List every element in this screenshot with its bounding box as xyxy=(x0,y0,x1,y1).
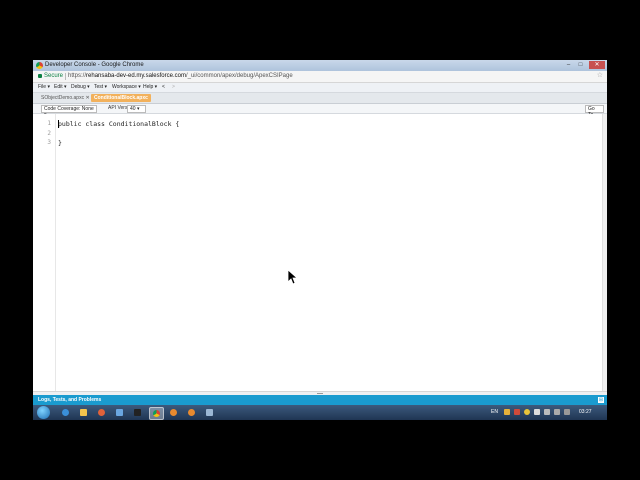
window-icon xyxy=(116,409,123,416)
file-tab-strip: SObjectDemo.apxc ✕ ConditionalBlock.apxc xyxy=(33,93,607,104)
browser-title-bar: Developer Console - Google Chrome – □ ✕ xyxy=(33,60,607,71)
chrome-icon xyxy=(36,62,43,69)
mouse-pointer-icon xyxy=(288,270,298,285)
tray-icon[interactable] xyxy=(524,409,530,415)
address-bar[interactable]: Secure https://rehansaba-dev-ed.my.sales… xyxy=(33,71,607,83)
window-title: Developer Console - Google Chrome xyxy=(45,62,144,68)
secure-label: Secure xyxy=(44,73,64,79)
url-path: /_ui/common/apex/debug/ApexCSIPage xyxy=(185,73,293,79)
address-divider xyxy=(65,73,66,80)
power-icon[interactable] xyxy=(554,409,560,415)
start-button[interactable] xyxy=(37,406,50,419)
network-icon[interactable] xyxy=(544,409,550,415)
api-version-select[interactable]: 40 ▾ xyxy=(127,105,146,113)
taskbar-app[interactable] xyxy=(113,407,126,418)
url-scheme: https:// xyxy=(68,73,87,79)
close-button[interactable]: ✕ xyxy=(589,61,605,69)
screen: Developer Console - Google Chrome – □ ✕ … xyxy=(33,60,607,420)
expand-panel-icon[interactable]: ⊞ xyxy=(598,397,604,403)
tab-conditionalblock[interactable]: ConditionalBlock.apxc xyxy=(91,94,151,102)
taskbar-firefox-2[interactable] xyxy=(185,407,198,418)
nav-back-button[interactable]: < xyxy=(162,83,165,92)
ie-icon xyxy=(62,409,69,416)
taskbar-terminal[interactable] xyxy=(131,407,144,418)
tray-icon[interactable] xyxy=(504,409,510,415)
line-number: 1 xyxy=(47,120,51,127)
firefox-icon xyxy=(170,409,177,416)
menu-edit[interactable]: Edit ▾ xyxy=(54,83,67,92)
maximize-button[interactable]: □ xyxy=(575,61,586,69)
menu-file[interactable]: File ▾ xyxy=(38,83,50,92)
line-number-gutter: 1 2 3 xyxy=(33,114,56,391)
code-coverage-dropdown[interactable]: Code Coverage: None ▾ xyxy=(41,105,97,118)
lock-icon xyxy=(38,74,42,78)
bookmark-star-icon[interactable]: ☆ xyxy=(597,71,603,81)
tray-icon[interactable] xyxy=(514,409,520,415)
taskbar-clock[interactable]: 03:27 xyxy=(579,405,592,420)
menu-help[interactable]: Help ▾ xyxy=(143,83,157,92)
editor-toolbar: Code Coverage: None ▾ API Version 40 ▾ G… xyxy=(33,104,607,118)
speaker-icon[interactable] xyxy=(534,409,540,415)
menu-test[interactable]: Test ▾ xyxy=(94,83,107,92)
media-icon xyxy=(98,409,105,416)
menu-workspace[interactable]: Workspace ▾ xyxy=(112,83,141,92)
console-menu-bar: File ▾ Edit ▾ Debug ▾ Test ▾ Workspace ▾… xyxy=(33,83,607,93)
taskbar-tools[interactable] xyxy=(203,407,216,418)
taskbar-chrome[interactable] xyxy=(149,407,164,420)
taskbar-media[interactable] xyxy=(95,407,108,418)
url-host: rehansaba-dev-ed.my.salesforce.com xyxy=(86,73,186,79)
nav-forward-button[interactable]: > xyxy=(172,83,175,92)
language-indicator[interactable]: EN xyxy=(491,405,498,420)
taskbar-ie[interactable] xyxy=(59,407,72,418)
taskbar-firefox[interactable] xyxy=(167,407,180,418)
logs-panel-header[interactable]: Logs, Tests, and Problems ⊞ xyxy=(33,395,607,405)
code-line[interactable]: } xyxy=(58,139,62,147)
text-cursor xyxy=(58,120,59,128)
logs-panel-label: Logs, Tests, and Problems xyxy=(38,397,102,403)
line-number: 2 xyxy=(47,130,51,137)
tab-sobjectdemo[interactable]: SObjectDemo.apxc ✕ xyxy=(38,94,93,102)
taskbar-explorer[interactable] xyxy=(77,407,90,418)
editor-scrollbar[interactable] xyxy=(602,114,607,391)
tools-icon xyxy=(206,409,213,416)
windows-taskbar: EN 03:27 xyxy=(33,405,607,420)
chrome-taskbar-icon xyxy=(153,410,160,417)
menu-debug[interactable]: Debug ▾ xyxy=(71,83,90,92)
url-text[interactable]: https://rehansaba-dev-ed.my.salesforce.c… xyxy=(68,72,293,81)
code-editor[interactable]: 1 2 3 public class ConditionalBlock { } xyxy=(33,114,607,391)
action-center-icon[interactable] xyxy=(564,409,570,415)
folder-icon xyxy=(80,409,87,416)
goto-button[interactable]: Go To xyxy=(585,105,604,118)
line-number: 3 xyxy=(47,139,51,146)
minimize-button[interactable]: – xyxy=(563,61,574,69)
firefox-icon xyxy=(188,409,195,416)
code-line[interactable]: public class ConditionalBlock { xyxy=(58,120,179,128)
terminal-icon xyxy=(134,409,141,416)
